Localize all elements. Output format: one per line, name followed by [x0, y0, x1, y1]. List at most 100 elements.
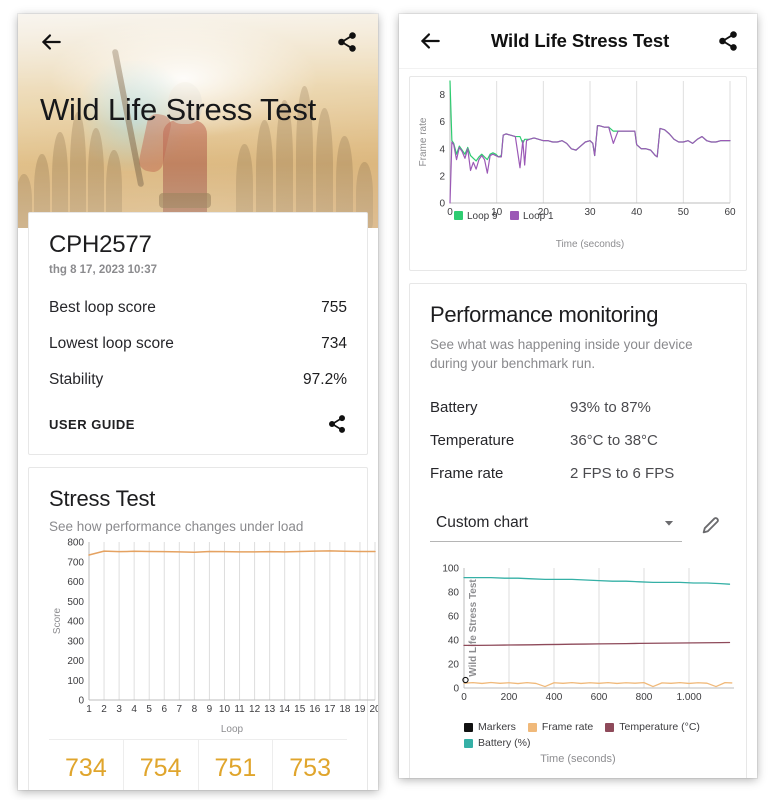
- loop-score-tile: 753: [289, 754, 331, 782]
- svg-text:8: 8: [439, 90, 445, 101]
- table-row: Lowest loop score 734: [49, 326, 347, 362]
- svg-text:12: 12: [249, 704, 261, 715]
- page-title: Wild Life Stress Test: [490, 30, 670, 51]
- legend-swatch-frame-rate: [527, 722, 537, 732]
- svg-text:4: 4: [439, 144, 445, 155]
- table-row: Best loop score 755: [49, 290, 347, 326]
- legend-label: Temperature (°C): [619, 721, 700, 733]
- svg-text:4: 4: [131, 704, 137, 715]
- svg-text:200: 200: [67, 656, 84, 667]
- svg-text:0: 0: [461, 692, 467, 703]
- row-label: Stability: [49, 371, 104, 388]
- device-name: CPH2577: [49, 231, 152, 258]
- svg-text:Loop 9: Loop 9: [467, 211, 498, 222]
- left-phone-panel: Wild Life Stress Test CPH2577 thg 8 17, …: [18, 14, 378, 790]
- svg-text:700: 700: [67, 557, 84, 568]
- back-icon[interactable]: [417, 28, 443, 54]
- svg-text:6: 6: [439, 117, 445, 128]
- svg-text:800: 800: [636, 692, 653, 703]
- loop-score-tile: 751: [199, 740, 274, 790]
- svg-text:9: 9: [207, 704, 213, 715]
- svg-text:19: 19: [354, 704, 366, 715]
- custom-chart-xlabel: Time (seconds): [540, 753, 616, 765]
- svg-text:40: 40: [448, 636, 460, 647]
- svg-text:Loop 1: Loop 1: [523, 211, 554, 222]
- svg-text:30: 30: [584, 207, 596, 218]
- svg-text:2: 2: [101, 704, 107, 715]
- legend-item: Temperature (°C): [605, 721, 700, 733]
- svg-text:0: 0: [453, 684, 459, 695]
- legend-item: Markers: [464, 721, 516, 733]
- legend-swatch-temperature: [605, 722, 615, 732]
- svg-text:400: 400: [546, 692, 563, 703]
- custom-chart-legend: Markers Frame rate Temperature (°C) Batt…: [430, 715, 726, 749]
- svg-text:100: 100: [442, 564, 459, 575]
- legend-label: Frame rate: [541, 721, 594, 733]
- share-icon[interactable]: [336, 31, 358, 53]
- svg-text:20: 20: [448, 660, 460, 671]
- svg-text:40: 40: [631, 207, 643, 218]
- legend-label: Battery (%): [478, 737, 531, 749]
- svg-text:300: 300: [67, 636, 84, 647]
- svg-text:800: 800: [67, 538, 84, 549]
- custom-chart: 0 20 40 60 80 100 0 200 400 600 800 1.000 Wild Life …: [430, 560, 734, 765]
- svg-text:Frame rate: Frame rate: [418, 117, 429, 166]
- legend-item: Frame rate: [527, 721, 594, 733]
- stress-test-title: Stress Test: [49, 486, 156, 511]
- run-date: thg 8 17, 2023 10:37: [49, 264, 158, 276]
- row-value: 97.2%: [303, 371, 347, 388]
- row-value: 36°C to 38°C: [570, 432, 658, 449]
- svg-text:600: 600: [67, 577, 84, 588]
- svg-text:600: 600: [591, 692, 608, 703]
- pencil-icon[interactable]: [696, 510, 726, 540]
- screenshot-root: Wild Life Stress Test CPH2577 thg 8 17, …: [0, 0, 773, 800]
- stress-test-subtitle: See how performance changes under load: [49, 519, 304, 534]
- user-guide-row: USER GUIDE: [49, 398, 347, 448]
- svg-text:17: 17: [324, 704, 336, 715]
- svg-text:0: 0: [78, 696, 84, 707]
- svg-text:1: 1: [86, 704, 92, 715]
- svg-text:80: 80: [448, 588, 460, 599]
- performance-rows: Battery 93% to 87% Temperature 36°C to 3…: [430, 391, 726, 490]
- table-row: Battery 93% to 87%: [430, 391, 726, 424]
- right-phone-panel: Wild Life Stress Test 0 2 4 6 8 0 10 20 30 40 50 60…: [399, 14, 757, 778]
- svg-text:0: 0: [439, 199, 445, 210]
- svg-text:Loop: Loop: [221, 724, 244, 734]
- svg-text:0: 0: [447, 207, 453, 218]
- svg-text:13: 13: [264, 704, 276, 715]
- svg-text:Wild Life Stress Test: Wild Life Stress Test: [468, 579, 479, 677]
- share-icon[interactable]: [717, 30, 739, 52]
- share-icon[interactable]: [327, 414, 347, 434]
- row-label: Lowest loop score: [49, 335, 174, 352]
- svg-text:60: 60: [724, 207, 736, 218]
- svg-text:500: 500: [67, 597, 84, 608]
- custom-chart-select[interactable]: Custom chart: [430, 508, 682, 542]
- row-label: Battery: [430, 399, 478, 416]
- frame-rate-chart: 0 2 4 6 8 0 10 20 30 40 50 60 Frame rate Loop 9 Loop 1…: [416, 77, 740, 262]
- row-label: Best loop score: [49, 299, 156, 316]
- svg-text:16: 16: [309, 704, 321, 715]
- user-guide-button[interactable]: USER GUIDE: [49, 417, 135, 432]
- loop-score-tiles: 734 754 751 753: [49, 739, 347, 790]
- chevron-down-icon: [662, 516, 676, 530]
- performance-monitoring-title: Performance monitoring: [430, 302, 659, 327]
- svg-text:400: 400: [67, 617, 84, 628]
- svg-text:60: 60: [448, 612, 460, 623]
- custom-chart-select-value: Custom chart: [436, 514, 529, 531]
- row-label: Temperature: [430, 432, 515, 449]
- svg-text:5: 5: [146, 704, 152, 715]
- svg-text:50: 50: [678, 207, 690, 218]
- svg-text:1.000: 1.000: [676, 692, 701, 703]
- loop-score-tile: 754: [124, 740, 199, 790]
- row-value: 2 FPS to 6 FPS: [570, 465, 675, 482]
- legend-swatch-battery: [464, 738, 473, 748]
- legend-label: Markers: [478, 721, 516, 733]
- svg-text:Score: Score: [52, 608, 63, 635]
- performance-monitoring-card: Performance monitoring See what was happ…: [409, 283, 747, 778]
- row-value: 755: [321, 299, 347, 316]
- legend-swatch-markers: [464, 722, 473, 732]
- score-card: CPH2577 thg 8 17, 2023 10:37 Best loop s…: [28, 212, 368, 455]
- back-icon[interactable]: [38, 29, 64, 55]
- app-bar: Wild Life Stress Test: [399, 14, 757, 68]
- hero-title: Wild Life Stress Test: [40, 92, 317, 127]
